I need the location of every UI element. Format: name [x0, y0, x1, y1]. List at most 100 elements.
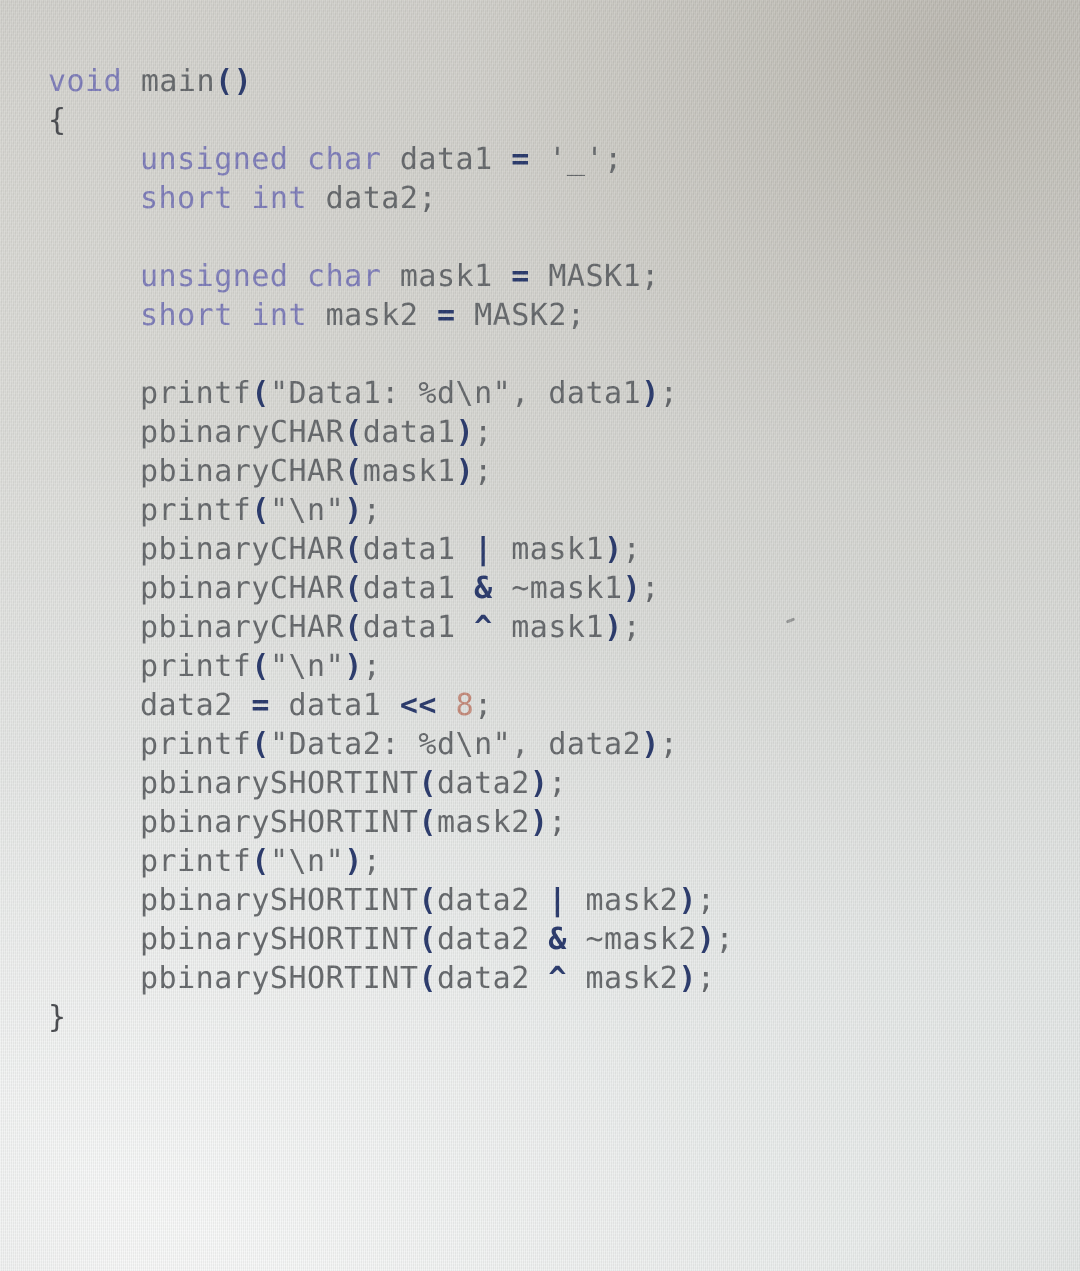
- code-token: ~mask1: [492, 571, 623, 606]
- code-token: ;: [604, 142, 623, 177]
- photographed-code-page: void main(){unsigned char data1 = '_'; sh…: [0, 0, 1080, 1271]
- code-token: pbinaryCHAR: [140, 571, 345, 606]
- code-token: ~mask2: [566, 922, 697, 957]
- code-token: ): [678, 883, 697, 918]
- code-line: pbinarySHORTINT(mask2);: [0, 803, 1080, 842]
- code-token: ): [641, 727, 660, 762]
- code-line: pbinaryCHAR(data1 | mask1);: [0, 530, 1080, 569]
- code-token: =: [511, 142, 530, 177]
- code-token: pbinaryCHAR: [140, 415, 345, 450]
- code-token: =: [511, 259, 530, 294]
- code-line: printf("Data1: %d\n", data1);: [0, 374, 1080, 413]
- code-token: (: [418, 961, 437, 996]
- code-token: data2: [437, 961, 549, 996]
- code-token: ): [604, 610, 623, 645]
- code-token: }: [48, 1000, 67, 1035]
- code-token: (: [251, 493, 270, 528]
- code-token: ): [344, 493, 363, 528]
- code-token: {: [48, 103, 67, 138]
- code-token: (: [251, 727, 270, 762]
- code-token: mask1: [492, 610, 605, 645]
- code-token: "Data2: %d\n": [269, 727, 512, 762]
- code-token: ): [622, 571, 642, 606]
- code-token: MASK2;: [474, 298, 586, 333]
- code-token: pbinarySHORTINT: [140, 922, 419, 957]
- code-token: ;: [641, 571, 660, 606]
- code-token: ): [455, 454, 475, 489]
- code-token: <<: [399, 688, 437, 723]
- code-token: (: [344, 532, 363, 567]
- source-code-listing: void main(){unsigned char data1 = '_'; sh…: [0, 0, 1080, 1037]
- code-token: =: [437, 298, 456, 333]
- code-token: ): [455, 415, 475, 450]
- code-line: pbinarySHORTINT(data2 ^ mask2);: [0, 959, 1080, 998]
- code-token: data1: [362, 610, 475, 645]
- code-token: ): [344, 844, 363, 879]
- code-line: short int data2;: [0, 179, 1080, 218]
- code-token: short int: [140, 181, 308, 216]
- code-token: ;: [715, 922, 734, 957]
- code-token: &: [548, 922, 567, 957]
- code-token: ,: [511, 376, 549, 411]
- code-token: |: [548, 883, 567, 918]
- code-token: (: [251, 376, 270, 411]
- code-token: data2: [437, 883, 549, 918]
- code-token: MASK1;: [548, 259, 660, 294]
- code-token: ;: [362, 844, 382, 879]
- code-token: ;: [622, 610, 642, 645]
- code-line: unsigned char mask1 = MASK1;: [0, 257, 1080, 296]
- code-token: pbinarySHORTINT: [140, 961, 419, 996]
- code-token: ;: [659, 727, 679, 762]
- code-token: main: [140, 64, 216, 99]
- code-line: pbinaryCHAR(mask1);: [0, 452, 1080, 491]
- code-token: (: [418, 805, 437, 840]
- code-token: ;: [696, 883, 716, 918]
- code-token: ): [696, 922, 716, 957]
- code-token: data1: [399, 142, 493, 177]
- code-token: unsigned char: [140, 259, 382, 294]
- code-token: printf: [140, 493, 252, 528]
- code-line: }: [0, 998, 1080, 1037]
- code-token: data2: [437, 766, 530, 801]
- code-token: ): [529, 766, 549, 801]
- code-token: mask2: [437, 805, 530, 840]
- code-token: &: [474, 571, 493, 606]
- code-token: '_': [548, 142, 605, 177]
- code-token: (: [418, 883, 437, 918]
- code-token: data2: [140, 688, 252, 723]
- code-token: (: [344, 454, 363, 489]
- code-token: mask2: [566, 961, 679, 996]
- code-token: (: [418, 922, 437, 957]
- code-line: printf("\n");: [0, 842, 1080, 881]
- code-token: short int: [140, 298, 308, 333]
- code-token: pbinarySHORTINT: [140, 883, 419, 918]
- code-token: mask2: [566, 883, 679, 918]
- code-token: unsigned char: [140, 142, 382, 177]
- code-token: ): [529, 805, 549, 840]
- code-token: data2;: [325, 181, 437, 216]
- code-token: "\n": [269, 844, 345, 879]
- code-line: void main(): [0, 62, 1080, 101]
- code-token: ;: [548, 766, 567, 801]
- code-token: (: [344, 610, 363, 645]
- code-token: pbinaryCHAR: [140, 610, 345, 645]
- code-token: ;: [362, 493, 382, 528]
- code-token: ): [678, 961, 697, 996]
- code-token: ;: [474, 415, 493, 450]
- code-token: pbinarySHORTINT: [140, 766, 419, 801]
- code-line: printf("\n");: [0, 647, 1080, 686]
- code-token: data1: [269, 688, 400, 723]
- code-token: 8: [455, 688, 475, 723]
- code-line: printf("Data2: %d\n", data2);: [0, 725, 1080, 764]
- code-token: (: [344, 571, 363, 606]
- code-token: ;: [362, 649, 382, 684]
- code-token: printf: [140, 649, 252, 684]
